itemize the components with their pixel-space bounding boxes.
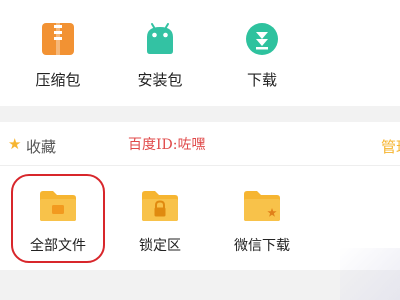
folder-icon: [39, 190, 77, 222]
locked-area-label: 锁定区: [139, 238, 181, 254]
star-icon: ★: [8, 135, 22, 153]
watermark-text: 百度ID:咗嘿: [128, 137, 206, 153]
wechat-download-item[interactable]: 微信下载: [217, 190, 307, 255]
favorites-header: ★ 收藏 百度ID:咗嘿 管理: [0, 122, 400, 166]
lock-folder-icon: [141, 190, 179, 222]
manage-button[interactable]: 管理: [381, 136, 400, 157]
archive-category[interactable]: 压缩包: [18, 22, 98, 90]
android-icon: [143, 22, 177, 56]
installer-category[interactable]: 安装包: [120, 22, 200, 90]
archive-label: 压缩包: [35, 71, 81, 89]
category-grid: 压缩包 安装包 下载: [0, 0, 400, 106]
wechat-download-label: 微信下载: [234, 238, 290, 254]
all-files-item[interactable]: 全部文件: [13, 190, 103, 255]
wechat-download-folder-icon: [243, 190, 281, 222]
all-files-label: 全部文件: [30, 238, 86, 254]
corner-overlay: [340, 248, 400, 300]
download-icon: [245, 22, 279, 56]
locked-area-item[interactable]: 锁定区: [115, 190, 205, 255]
section-divider: [0, 106, 400, 122]
download-label: 下载: [246, 71, 277, 89]
download-category[interactable]: 下载: [222, 22, 302, 90]
favorites-title: 收藏: [26, 138, 57, 156]
archive-icon: [41, 22, 75, 56]
installer-label: 安装包: [137, 71, 183, 89]
